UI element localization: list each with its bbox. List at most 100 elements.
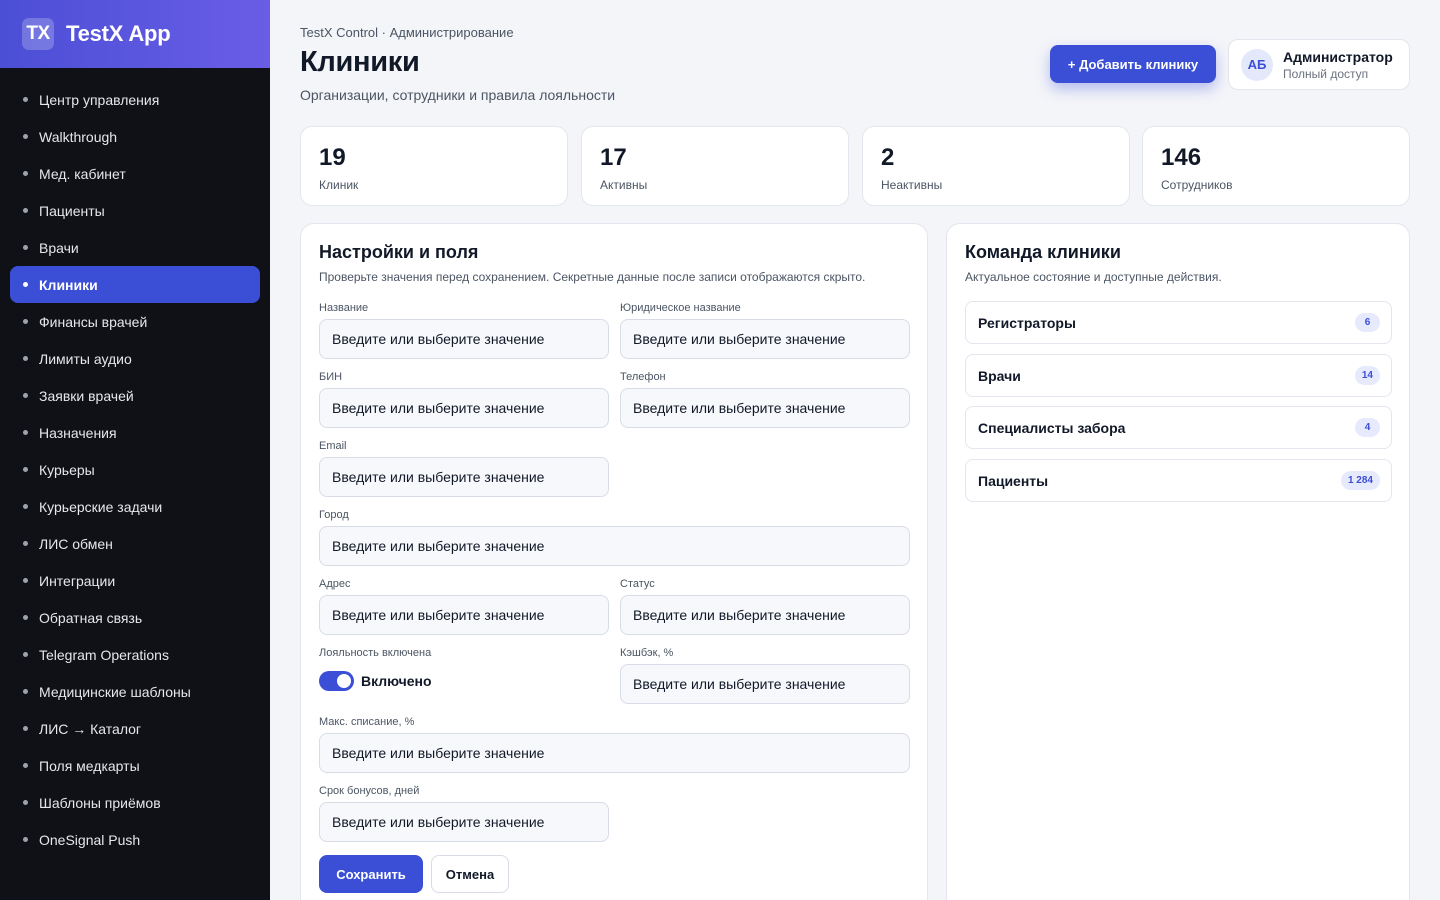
bullet-icon (23, 171, 28, 176)
bonus-term-field[interactable] (319, 802, 609, 842)
count-badge: 6 (1355, 313, 1380, 332)
user-role: Полный доступ (1283, 66, 1369, 81)
settings-title: Настройки и поля (319, 242, 479, 262)
sidebar-item-label: Курьеры (39, 461, 95, 478)
sidebar-item-control-center[interactable]: Центр управления (0, 81, 260, 118)
add-clinic-button[interactable]: + Добавить клинику (1050, 45, 1216, 83)
sidebar-item-appointments[interactable]: Назначения (0, 414, 260, 451)
bullet-icon (23, 97, 28, 102)
sidebar-item-label: ЛИС → Каталог (39, 720, 142, 737)
sidebar-item-label: Заявки врачей (39, 387, 134, 404)
sidebar-item-med-office[interactable]: Мед. кабинет (0, 155, 260, 192)
sidebar-item-label: Walkthrough (39, 128, 118, 145)
sidebar: TX TestX App Центр управления Walkthroug… (0, 0, 270, 900)
sidebar-item-onesignal-push[interactable]: OneSignal Push (0, 821, 260, 858)
bullet-icon (23, 541, 28, 546)
stat-value: 2 (881, 144, 895, 171)
city-field[interactable] (319, 526, 910, 566)
bullet-icon (23, 467, 28, 472)
sidebar-item-lis-catalog[interactable]: ЛИС → Каталог (0, 710, 260, 747)
bullet-icon (23, 430, 28, 435)
name-field[interactable] (319, 319, 609, 359)
sidebar-item-label: Лимиты аудио (39, 350, 132, 367)
email-field[interactable] (319, 457, 609, 497)
team-row-patients[interactable]: Пациенты 1 284 (965, 459, 1392, 502)
cancel-button[interactable]: Отмена (431, 855, 509, 893)
team-title: Команда клиники (965, 242, 1121, 262)
bullet-icon (23, 689, 28, 694)
breadcrumb: TestX Control · Администрирование (300, 25, 514, 40)
save-button[interactable]: Сохранить (319, 855, 423, 893)
sidebar-item-medical-templates[interactable]: Медицинские шаблоны (0, 673, 260, 710)
sidebar-item-patients[interactable]: Пациенты (0, 192, 260, 229)
city-label: Город (319, 509, 349, 521)
user-info: Администратор Полный доступ (1283, 49, 1393, 81)
team-panel: Команда клиники Актуальное состояние и д… (946, 223, 1410, 900)
toggle-knob (337, 674, 351, 688)
sidebar-item-couriers[interactable]: Курьеры (0, 451, 260, 488)
sidebar-item-visit-templates[interactable]: Шаблоны приёмов (0, 784, 260, 821)
sidebar-item-integrations[interactable]: Интеграции (0, 562, 260, 599)
sidebar-item-feedback[interactable]: Обратная связь (0, 599, 260, 636)
bullet-icon (23, 393, 28, 398)
legal-name-label: Юридическое название (620, 302, 741, 314)
cashback-field[interactable] (620, 664, 910, 704)
stat-value: 17 (600, 144, 627, 171)
brand-name: TestX App (66, 21, 171, 46)
bullet-icon (23, 134, 28, 139)
sidebar-item-label: Мед. кабинет (39, 165, 126, 182)
bonus-term-label: Срок бонусов, дней (319, 785, 420, 797)
address-field[interactable] (319, 595, 609, 635)
sidebar-item-label: Центр управления (39, 91, 160, 108)
sidebar-item-medcard-fields[interactable]: Поля медкарты (0, 747, 260, 784)
team-row-registrars[interactable]: Регистраторы 6 (965, 301, 1392, 344)
bullet-icon (23, 208, 28, 213)
phone-label: Телефон (620, 371, 666, 383)
sidebar-item-label: Шаблоны приёмов (39, 794, 161, 811)
sidebar-item-doctors[interactable]: Врачи (0, 229, 260, 266)
sidebar-item-label: Назначения (39, 424, 117, 441)
sidebar-item-clinics[interactable]: Клиники (10, 266, 260, 303)
sidebar-item-label: Telegram Operations (39, 646, 169, 663)
cashback-label: Кэшбэк, % (620, 647, 674, 659)
sidebar-item-lis-exchange[interactable]: ЛИС обмен (0, 525, 260, 562)
bullet-icon (23, 245, 28, 250)
team-row-label: Пациенты (978, 472, 1049, 489)
bullet-icon (23, 578, 28, 583)
sidebar-item-label: Обратная связь (39, 609, 143, 626)
status-field[interactable] (620, 595, 910, 635)
bullet-icon (23, 356, 28, 361)
page-title: Клиники (300, 46, 420, 78)
phone-field[interactable] (620, 388, 910, 428)
page-subtitle: Организации, сотрудники и правила лояльн… (300, 87, 616, 103)
sidebar-item-telegram-operations[interactable]: Telegram Operations (0, 636, 260, 673)
sidebar-item-doctor-requests[interactable]: Заявки врачей (0, 377, 260, 414)
settings-description: Проверьте значения перед сохранением. Се… (319, 270, 866, 284)
stat-value: 146 (1161, 144, 1202, 171)
sidebar-item-label: Врачи (39, 239, 79, 256)
stat-card-staff: 146 Сотрудников (1142, 126, 1410, 206)
team-row-label: Врачи (978, 367, 1021, 384)
sidebar-item-walkthrough[interactable]: Walkthrough (0, 118, 260, 155)
count-badge: 4 (1355, 418, 1380, 437)
bullet-icon (23, 504, 28, 509)
sidebar-item-audio-limits[interactable]: Лимиты аудио (0, 340, 260, 377)
count-badge: 14 (1354, 366, 1380, 385)
bin-field[interactable] (319, 388, 609, 428)
sidebar-item-courier-tasks[interactable]: Курьерские задачи (0, 488, 260, 525)
team-row-collection-specialists[interactable]: Специалисты забора 4 (965, 406, 1392, 449)
address-label: Адрес (319, 578, 351, 590)
user-menu[interactable]: АБ Администратор Полный доступ (1228, 39, 1410, 90)
team-row-doctors[interactable]: Врачи 14 (965, 354, 1392, 397)
sidebar-item-doctor-finance[interactable]: Финансы врачей (0, 303, 260, 340)
team-row-label: Специалисты забора (978, 419, 1126, 436)
max-writeoff-field[interactable] (319, 733, 910, 773)
sidebar-nav: Центр управления Walkthrough Мед. кабине… (0, 68, 270, 858)
brand-header[interactable]: TX TestX App (0, 0, 270, 68)
legal-name-field[interactable] (620, 319, 910, 359)
email-label: Email (319, 440, 347, 452)
sidebar-item-label: ЛИС обмен (39, 535, 113, 552)
loyalty-label: Лояльность включена (319, 647, 432, 659)
sidebar-item-label: Пациенты (39, 202, 105, 219)
loyalty-toggle[interactable] (319, 671, 354, 691)
